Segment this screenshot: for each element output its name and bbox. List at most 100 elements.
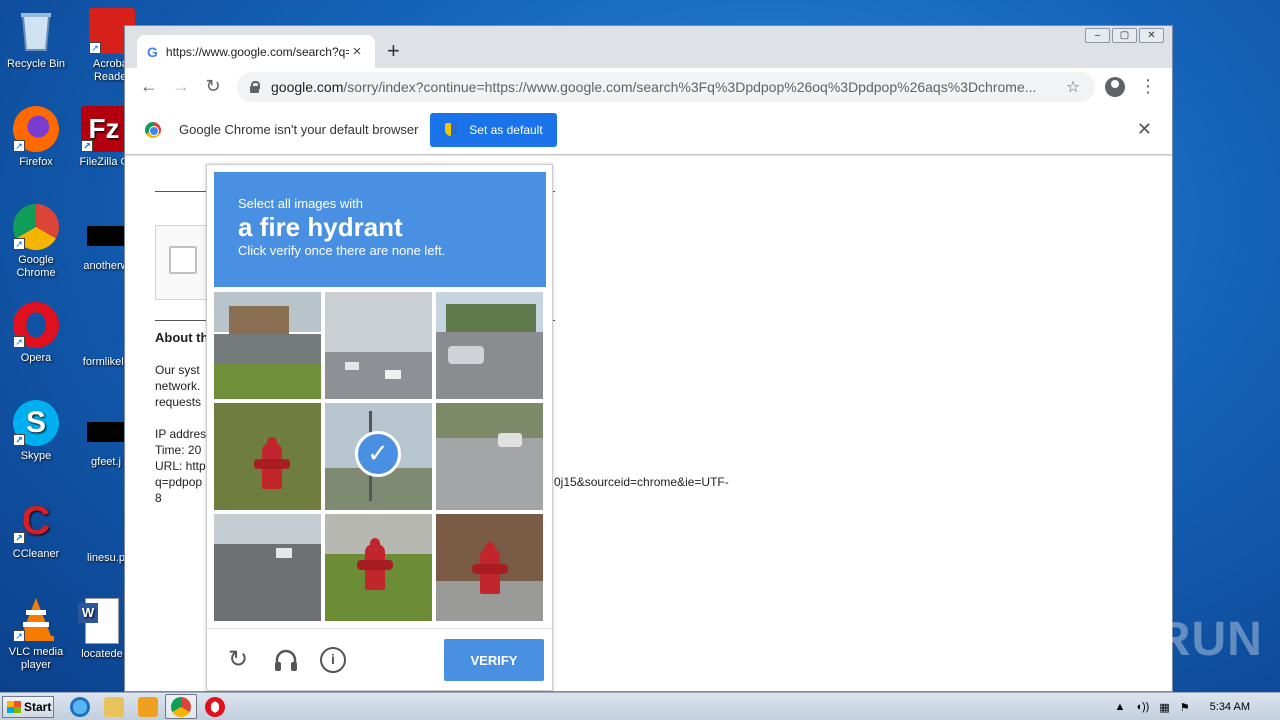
- start-label: Start: [24, 700, 52, 714]
- filezilla-icon: Fz ↗: [81, 106, 127, 152]
- recaptcha-challenge: Select all images with a fire hydrant Cl…: [206, 164, 553, 691]
- desktop-icon-ccleaner[interactable]: C ↗ CCleaner: [0, 498, 72, 561]
- taskbar: Start ▲ ◖)) ▦ ⚑ 5:34 AM: [0, 692, 1280, 720]
- challenge-target: a fire hydrant: [238, 212, 403, 242]
- tab-title: https://www.google.com/search?q=: [165, 44, 349, 59]
- audio-challenge-headphones-icon[interactable]: [273, 647, 299, 673]
- verify-button[interactable]: VERIFY: [444, 639, 544, 681]
- reload-challenge-icon[interactable]: ↻: [225, 647, 251, 673]
- google-g-icon: G: [147, 43, 158, 60]
- forward-arrow-icon[interactable]: →: [165, 76, 197, 97]
- image-tile[interactable]: [325, 292, 432, 399]
- network-icon[interactable]: ▦: [1159, 701, 1169, 714]
- word-doc-icon: W: [78, 598, 119, 644]
- desktop-icon-recycle-bin[interactable]: Recycle Bin: [0, 8, 72, 71]
- help-info-icon[interactable]: i: [320, 647, 346, 673]
- image-tile-hydrant[interactable]: [436, 514, 543, 621]
- url-line: URL: http: [155, 459, 206, 473]
- desktop-icon-label: VLC media player: [8, 646, 64, 671]
- url-text: google.com/sorry/index?continue=https://…: [271, 79, 1037, 95]
- image-grid: ✓: [214, 292, 546, 624]
- desktop-icon-label: Google Chrome: [16, 254, 56, 279]
- explanation-line: requests: [155, 395, 202, 409]
- desktop-icon-label: Recycle Bin: [6, 58, 66, 70]
- browser-toolbar: ← → ↻ google.com/sorry/index?continue=ht…: [125, 68, 1172, 105]
- file-icon: [83, 306, 129, 352]
- firefox-icon: ↗: [13, 106, 59, 152]
- fire-hydrant: [472, 542, 508, 594]
- close-window-button[interactable]: ✕: [1139, 28, 1164, 43]
- desktop-icon-chrome[interactable]: ↗ Google Chrome: [0, 204, 72, 280]
- desktop-icon-label: Opera: [20, 352, 52, 364]
- set-as-default-button[interactable]: Set as default: [430, 112, 558, 147]
- menu-kebab-icon[interactable]: ⋮: [1139, 76, 1157, 96]
- vlc-cone-icon: ↗: [13, 596, 59, 642]
- tab-google-search[interactable]: G https://www.google.com/search?q= ×: [137, 35, 375, 68]
- url-line-end: 8: [155, 491, 162, 505]
- desktop-icon-label: CCleaner: [12, 548, 60, 560]
- infobar-message: Google Chrome isn't your default browser: [179, 122, 419, 137]
- close-infobar-icon[interactable]: ✕: [1137, 119, 1152, 140]
- opera-icon[interactable]: [205, 697, 225, 717]
- desktop-icon-label: Firefox: [19, 156, 53, 168]
- challenge-subtext: Click verify once there are none left.: [238, 243, 446, 258]
- action-center-flag-icon[interactable]: ⚑: [1180, 701, 1190, 714]
- image-tile-selected[interactable]: ✓: [325, 403, 432, 510]
- challenge-instruction: Select all images with: [238, 196, 363, 211]
- new-tab-button[interactable]: +: [387, 40, 400, 62]
- desktop-icon-opera[interactable]: ↗ Opera: [0, 302, 72, 365]
- set-as-default-label: Set as default: [469, 122, 543, 137]
- image-tile[interactable]: [436, 403, 543, 510]
- uac-shield-icon: [445, 123, 458, 136]
- opera-icon: ↗: [13, 302, 59, 348]
- lock-icon: [249, 81, 260, 93]
- image-tile-hydrant[interactable]: [214, 403, 321, 510]
- explanation-line: Our syst: [155, 363, 200, 377]
- default-browser-infobar: Google Chrome isn't your default browser…: [125, 105, 1172, 155]
- explorer-folder-icon[interactable]: [104, 697, 124, 717]
- volume-icon[interactable]: ◖)): [1135, 701, 1149, 713]
- desktop-icon-vlc[interactable]: ↗ VLC media player: [0, 596, 72, 672]
- window-controls: – ▢ ✕: [1083, 28, 1164, 43]
- chrome-icon: ↗: [13, 204, 59, 250]
- address-bar[interactable]: google.com/sorry/index?continue=https://…: [237, 72, 1095, 102]
- ccleaner-icon: C ↗: [13, 498, 59, 544]
- reload-icon[interactable]: ↻: [197, 76, 229, 97]
- maximize-button[interactable]: ▢: [1112, 28, 1137, 43]
- profile-avatar-icon[interactable]: [1105, 77, 1125, 97]
- tray-expand-icon[interactable]: ▲: [1114, 701, 1125, 713]
- chrome-icon[interactable]: [171, 697, 191, 717]
- image-tile[interactable]: [214, 514, 321, 621]
- ip-address-line: IP addres: [155, 427, 207, 441]
- media-player-icon[interactable]: [138, 697, 158, 717]
- desktop-icon-label: Skype: [20, 450, 52, 462]
- about-heading: About th: [155, 330, 209, 345]
- close-tab-icon[interactable]: ×: [349, 43, 365, 60]
- chrome-logo-icon: [145, 121, 161, 138]
- back-arrow-icon[interactable]: ←: [133, 76, 165, 97]
- desktop-icon-firefox[interactable]: ↗ Firefox: [0, 106, 72, 169]
- skype-icon: S ↗: [13, 400, 59, 446]
- clock[interactable]: 5:34 AM: [1210, 701, 1250, 713]
- start-button[interactable]: Start: [2, 696, 54, 718]
- bookmark-star-icon[interactable]: ☆: [1063, 77, 1083, 97]
- selected-checkmark-icon: ✓: [355, 431, 401, 477]
- file-icon: [87, 422, 125, 442]
- system-tray: ▲ ◖)) ▦ ⚑ 5:34 AM: [1114, 693, 1280, 720]
- image-tile[interactable]: [436, 292, 543, 399]
- file-icon: [87, 226, 125, 246]
- desktop-icon-skype[interactable]: S ↗ Skype: [0, 400, 72, 463]
- url-line-tail: 0j15&sourceid=chrome&ie=UTF-: [554, 475, 729, 489]
- anyrun-watermark: ANY RUN: [1038, 613, 1263, 666]
- image-tile-hydrant[interactable]: [325, 514, 432, 621]
- challenge-footer: ↻ i VERIFY: [207, 628, 552, 692]
- ie-icon[interactable]: [70, 697, 90, 717]
- tab-strip: G https://www.google.com/search?q= × + –…: [125, 26, 1172, 68]
- time-line: Time: 20: [155, 443, 202, 457]
- fire-hydrant: [357, 538, 393, 590]
- image-tile[interactable]: [214, 292, 321, 399]
- url-line-cont: q=pdpop: [155, 475, 203, 489]
- recaptcha-checkbox[interactable]: [169, 246, 197, 274]
- minimize-button[interactable]: –: [1085, 28, 1110, 43]
- file-icon: [83, 502, 129, 548]
